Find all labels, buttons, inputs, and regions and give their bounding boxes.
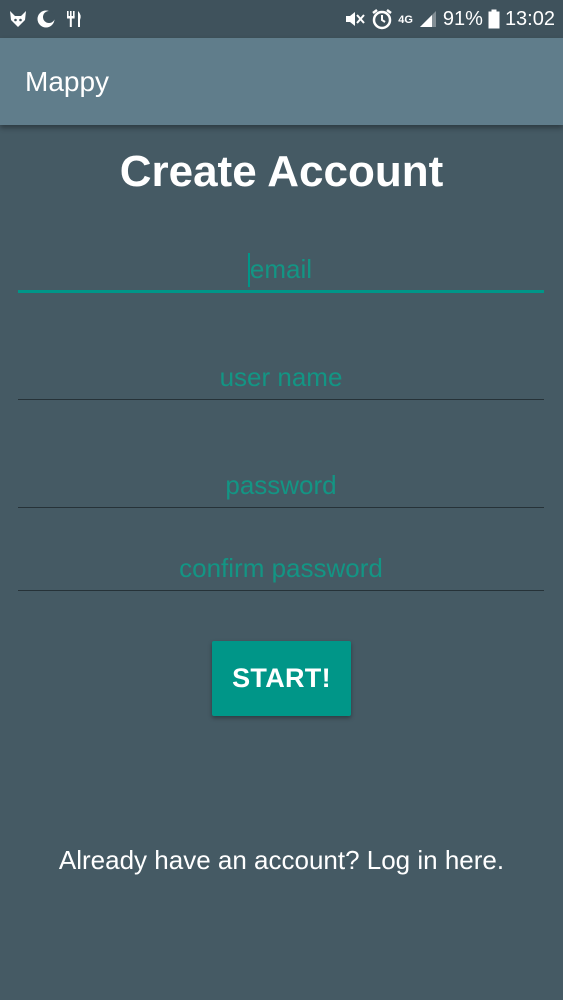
notification-icons <box>8 7 84 31</box>
signal-icon <box>418 9 438 29</box>
system-status: 4G 91% 13:02 <box>344 6 555 32</box>
fox-icon <box>8 9 28 29</box>
app-title: Mappy <box>25 66 110 97</box>
username-field[interactable] <box>18 356 544 400</box>
email-field-container <box>18 249 544 293</box>
text-cursor <box>248 253 250 287</box>
4g-icon: 4G <box>398 14 413 26</box>
app-bar: Mappy <box>0 38 563 125</box>
start-button[interactable]: START! <box>212 641 351 716</box>
moon-icon <box>36 9 56 29</box>
password-field[interactable] <box>18 464 544 508</box>
clock: 13:02 <box>504 8 555 30</box>
page-title: Create Account <box>119 147 444 196</box>
login-link[interactable]: Already have an account? Log in here. <box>0 840 563 880</box>
alarm-icon <box>371 8 393 30</box>
confirm-password-field[interactable] <box>18 547 544 591</box>
vibrate-mute-icon <box>344 9 366 29</box>
battery-percent: 91% <box>442 8 483 30</box>
confirm-password-field-container <box>18 547 544 591</box>
password-field-container <box>18 464 544 508</box>
battery-icon <box>488 9 500 29</box>
username-field-container <box>18 356 544 400</box>
email-field[interactable] <box>18 249 544 293</box>
status-bar: 4G 91% 13:02 <box>0 0 563 38</box>
fork-knife-icon <box>64 9 84 29</box>
